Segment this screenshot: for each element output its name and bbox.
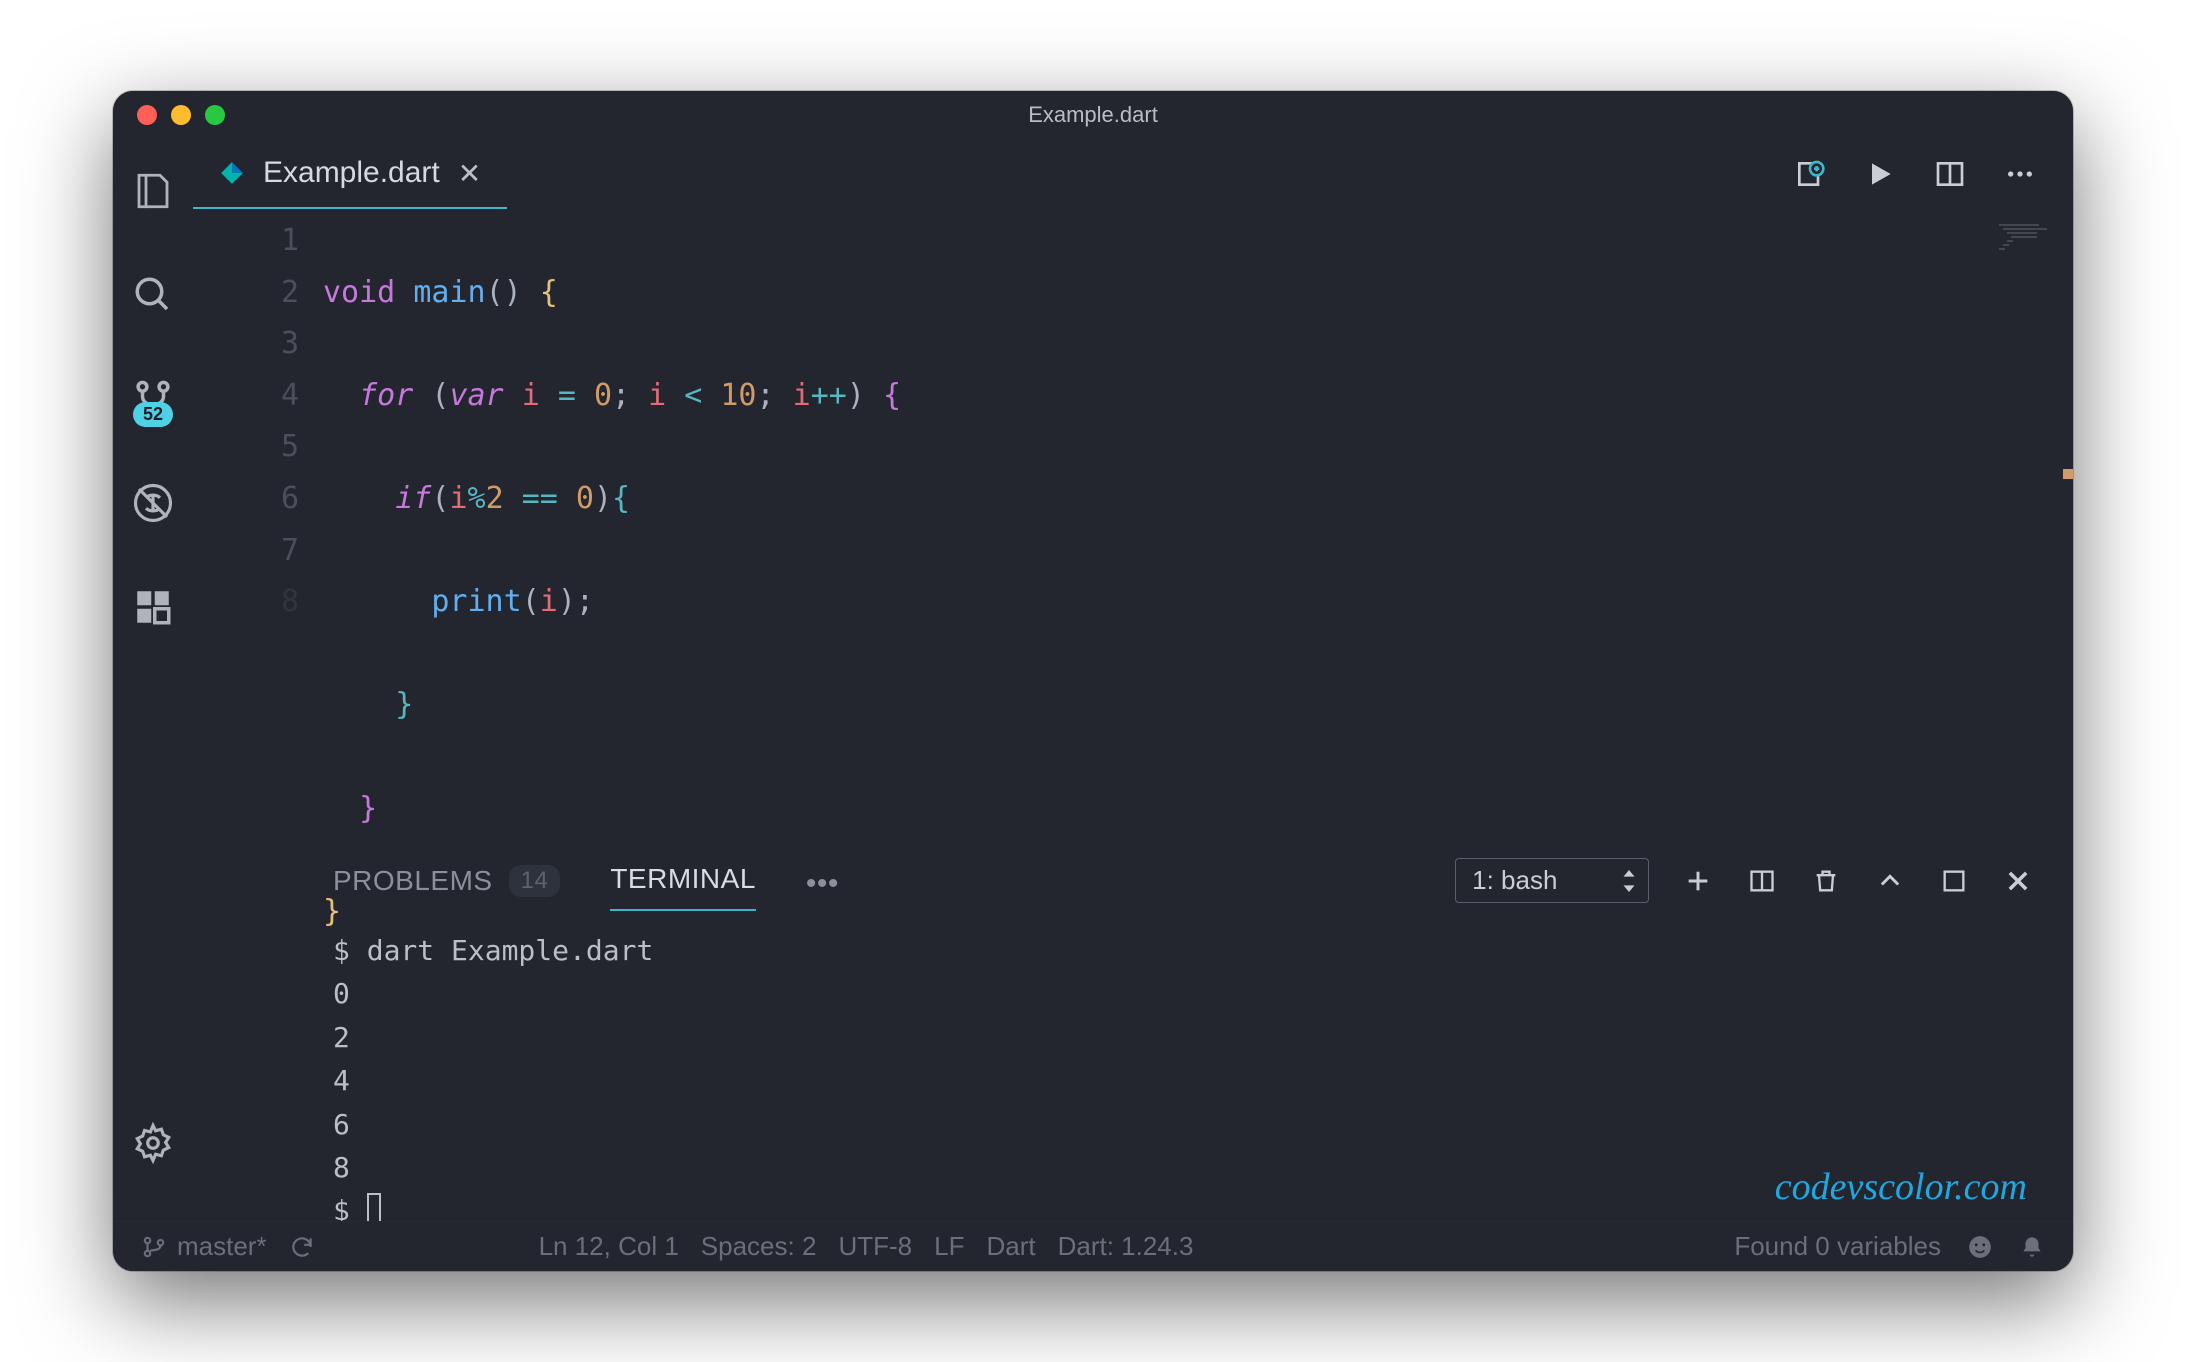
traffic-lights xyxy=(113,105,225,125)
split-editor-icon[interactable] xyxy=(1933,157,1967,191)
status-encoding[interactable]: UTF-8 xyxy=(838,1231,912,1262)
terminal-output-line: 4 xyxy=(333,1059,2033,1102)
status-bar: master* Ln 12, Col 1 Spaces: 2 UTF-8 LF … xyxy=(113,1221,2073,1271)
zoom-window-button[interactable] xyxy=(205,105,225,125)
close-tab-icon[interactable]: ✕ xyxy=(458,157,481,190)
explorer-icon[interactable] xyxy=(131,169,175,213)
run-icon[interactable] xyxy=(1863,157,1897,191)
more-actions-icon[interactable] xyxy=(2003,157,2037,191)
dart-file-icon xyxy=(219,160,245,186)
debug-disabled-icon[interactable] xyxy=(131,481,175,525)
minimap[interactable] xyxy=(1999,219,2059,249)
tab-example-dart[interactable]: Example.dart ✕ xyxy=(193,139,507,209)
status-indentation[interactable]: Spaces: 2 xyxy=(701,1231,817,1262)
minimize-window-button[interactable] xyxy=(171,105,191,125)
editor-window: Example.dart 52 xyxy=(113,91,2073,1271)
status-notifications-icon[interactable] xyxy=(2019,1234,2045,1260)
extensions-icon[interactable] xyxy=(131,585,175,629)
status-variables[interactable]: Found 0 variables xyxy=(1734,1231,1941,1262)
close-window-button[interactable] xyxy=(137,105,157,125)
activity-bar: 52 xyxy=(113,139,193,1221)
search-icon[interactable] xyxy=(131,273,175,317)
line-number-gutter: 1 2 3 4 5 6 7 8 xyxy=(193,215,323,841)
status-language[interactable]: Dart xyxy=(986,1231,1035,1262)
status-sync-icon[interactable] xyxy=(289,1234,315,1260)
terminal-cursor xyxy=(367,1193,381,1223)
status-cursor-pos[interactable]: Ln 12, Col 1 xyxy=(539,1231,679,1262)
code-editor[interactable]: 1 2 3 4 5 6 7 8 void main() { for (var i… xyxy=(193,209,2073,841)
window-title: Example.dart xyxy=(113,102,2073,128)
editor-body: 52 Example.dart ✕ xyxy=(113,139,2073,1221)
settings-gear-icon[interactable] xyxy=(131,1121,175,1165)
status-sdk[interactable]: Dart: 1.24.3 xyxy=(1058,1231,1194,1262)
status-eol[interactable]: LF xyxy=(934,1231,964,1262)
tab-actions xyxy=(1793,157,2073,191)
tabs-row: Example.dart ✕ xyxy=(193,139,2073,209)
terminal-output-line: 8 xyxy=(333,1146,2033,1189)
title-bar: Example.dart xyxy=(113,91,2073,139)
source-control-icon[interactable]: 52 xyxy=(131,377,175,421)
status-feedback-icon[interactable] xyxy=(1967,1234,1993,1260)
main-area: Example.dart ✕ xyxy=(193,139,2073,1221)
terminal-select[interactable]: 1: bash xyxy=(1455,858,1649,903)
code-content[interactable]: void main() { for (var i = 0; i < 10; i+… xyxy=(323,215,2073,841)
open-changes-icon[interactable] xyxy=(1793,157,1827,191)
tab-label: Example.dart xyxy=(263,156,440,190)
overview-ruler-marker xyxy=(2063,469,2073,479)
status-branch[interactable]: master* xyxy=(141,1231,267,1262)
terminal-output-line: 6 xyxy=(333,1103,2033,1146)
scm-badge: 52 xyxy=(133,402,173,427)
